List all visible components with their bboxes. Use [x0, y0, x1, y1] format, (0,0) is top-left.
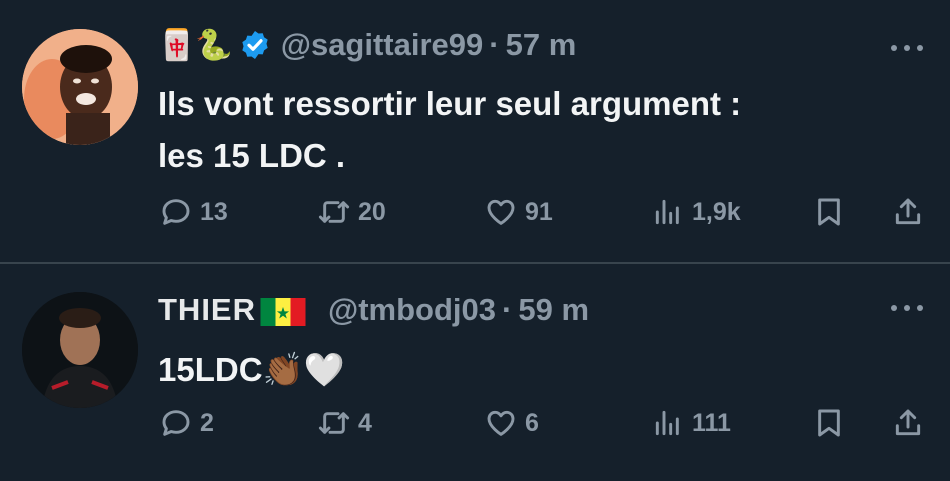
like-icon: [487, 199, 515, 225]
reply-icon: [162, 410, 190, 436]
avatar[interactable]: [22, 29, 138, 145]
reply-count: 2: [200, 408, 214, 437]
views-button[interactable]: 1,9k: [652, 196, 741, 228]
views-count: 111: [692, 408, 731, 437]
bookmark-button[interactable]: [813, 407, 845, 439]
tweet[interactable]: 🀄🐍 @sagittaire99 · 57 m Ils vont ressort…: [0, 0, 950, 262]
views-count: 1,9k: [692, 197, 741, 226]
user-handle[interactable]: @sagittaire99: [281, 27, 484, 63]
separator: ·: [502, 292, 513, 327]
share-icon: [895, 198, 921, 225]
share-button[interactable]: [892, 407, 924, 439]
tweet[interactable]: THIER @tmbodj03 · 59 m 15LDC👏🏾🤍 2 4 6 11…: [0, 264, 950, 481]
repost-count: 20: [358, 197, 386, 226]
reply-count: 13: [200, 197, 228, 226]
bookmark-icon: [818, 198, 840, 226]
tweet-text-content: 15LDC: [158, 351, 263, 388]
like-count: 6: [525, 408, 539, 437]
views-icon: [655, 410, 679, 436]
tweet-text-emojis: 👏🏾🤍: [262, 351, 345, 388]
timestamp[interactable]: 59 m: [518, 292, 589, 328]
like-icon: [487, 410, 515, 436]
bookmark-icon: [818, 409, 840, 437]
repost-icon: [318, 201, 350, 223]
share-icon: [895, 409, 921, 436]
timestamp[interactable]: 57 m: [506, 27, 577, 63]
tweet-text-line: Ils vont ressortir leur seul argument :: [158, 85, 742, 122]
more-icon[interactable]: [890, 302, 924, 314]
tweet-text: 15LDC👏🏾🤍: [158, 344, 345, 396]
more-icon[interactable]: [890, 42, 924, 54]
share-button[interactable]: [892, 196, 924, 228]
repost-button[interactable]: 4: [318, 407, 372, 439]
views-icon: [655, 199, 679, 225]
tweet-text: Ils vont ressortir leur seul argument : …: [158, 78, 898, 182]
like-button[interactable]: 91: [485, 196, 553, 228]
separator: ·: [489, 27, 500, 62]
repost-button[interactable]: 20: [318, 196, 386, 228]
reply-button[interactable]: 2: [160, 407, 214, 439]
reply-icon: [162, 199, 190, 225]
like-button[interactable]: 6: [485, 407, 539, 439]
repost-icon: [318, 412, 350, 434]
tweet-header: 🀄🐍 @sagittaire99 · 57 m: [158, 27, 576, 63]
views-button[interactable]: 111: [652, 407, 731, 439]
avatar[interactable]: [22, 292, 138, 408]
tweet-header: THIER @tmbodj03 · 59 m: [158, 292, 589, 328]
tweet-text-line: les 15 LDC .: [158, 137, 346, 174]
display-name-emojis[interactable]: 🀄🐍: [158, 28, 233, 63]
display-name[interactable]: THIER: [158, 292, 256, 328]
bookmark-button[interactable]: [813, 196, 845, 228]
like-count: 91: [525, 197, 553, 226]
repost-count: 4: [358, 408, 372, 437]
verified-icon: [242, 31, 268, 59]
user-handle[interactable]: @tmbodj03: [328, 292, 496, 328]
reply-button[interactable]: 13: [160, 196, 228, 228]
senegal-flag-icon: [260, 298, 306, 326]
